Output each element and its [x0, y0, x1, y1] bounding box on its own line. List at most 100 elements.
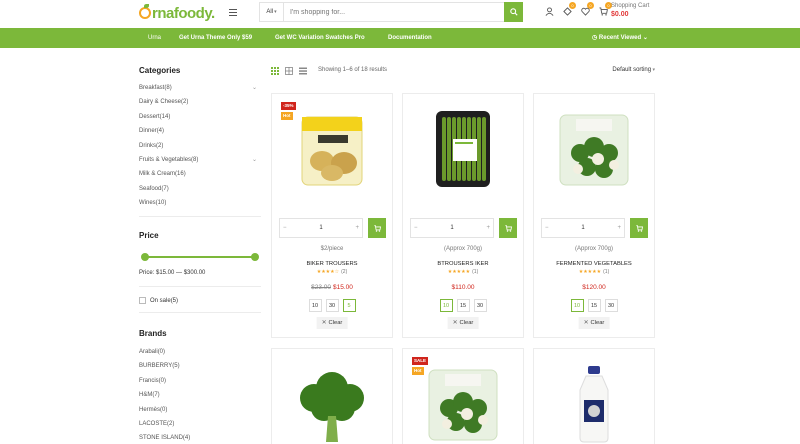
quantity-stepper[interactable]: − 1 + [541, 218, 625, 238]
clock-icon: ◷ [592, 35, 598, 41]
clear-selection-button[interactable]: ✕ Clear [447, 317, 479, 329]
compare-count-badge: 0 [569, 2, 576, 9]
product-image[interactable] [534, 94, 654, 204]
quantity-value[interactable]: 1 [450, 225, 453, 231]
add-to-cart-button[interactable] [499, 218, 517, 238]
nav-item-urna-theme[interactable]: Get Urna Theme Only $59 [179, 28, 252, 48]
category-item[interactable]: Drinks(2) [139, 139, 261, 153]
category-item[interactable]: Seafood(7) [139, 182, 261, 196]
price-slider[interactable] [141, 253, 259, 261]
clear-selection-button[interactable]: ✕ Clear [578, 317, 610, 329]
search-button[interactable] [504, 2, 523, 22]
product-image[interactable] [272, 94, 392, 204]
decrease-button[interactable]: − [283, 225, 287, 231]
product-name[interactable]: BIKER TROUSERS [272, 261, 392, 267]
sort-select[interactable]: Default sorting [612, 67, 655, 73]
product-name[interactable]: BTROUSERS IKER [403, 261, 523, 267]
brand-item[interactable]: Francis(0) [139, 374, 261, 388]
category-count: (10) [155, 200, 167, 207]
brand-item[interactable]: LACOSTE(2) [139, 417, 261, 431]
category-item[interactable]: Milk & Cream(16) [139, 167, 261, 181]
product-card[interactable]: -35% Hot − 1 + $2/piece BIKER TROUSERS ★★★★☆ (2)… [271, 93, 393, 338]
brand-label: Hermès [139, 406, 161, 413]
size-swatch[interactable]: 15 [456, 299, 470, 312]
size-swatch[interactable]: 30 [473, 299, 487, 312]
add-to-cart-button[interactable] [630, 218, 648, 238]
product-card[interactable] [271, 348, 393, 444]
size-swatch[interactable]: 5 [342, 299, 356, 312]
category-count: (14) [159, 113, 171, 120]
category-item[interactable]: Wines(10) [139, 196, 261, 210]
product-card[interactable]: − 1 + (Approx 700g) BTROUSERS IKER ★★★★★ (1) $1… [402, 93, 524, 338]
chevron-down-icon: ⌄ [642, 35, 648, 41]
divider [139, 216, 261, 217]
quantity-value[interactable]: 1 [319, 225, 322, 231]
product-unit: (Approx 700g) [443, 246, 483, 252]
decrease-button[interactable]: − [545, 225, 549, 231]
compare-icon[interactable]: 0 [562, 2, 576, 16]
size-swatch[interactable]: 30 [325, 299, 339, 312]
recent-viewed-menu[interactable]: ◷ Recent Viewed ⌄ [592, 28, 648, 48]
size-swatch[interactable]: 30 [604, 299, 618, 312]
logo-text: rnafoody. [152, 4, 215, 22]
clear-selection-button[interactable]: ✕ Clear [316, 317, 348, 329]
chevron-down-icon[interactable]: ⌄ [252, 153, 257, 167]
product-image[interactable] [534, 349, 654, 444]
decrease-button[interactable]: − [414, 225, 418, 231]
increase-button[interactable]: + [617, 225, 621, 231]
grid-view-icon[interactable] [271, 67, 279, 75]
quantity-stepper[interactable]: − 1 + [279, 218, 363, 238]
price-slider-min-handle[interactable] [141, 253, 149, 261]
on-sale-filter[interactable]: On sale (5) [139, 297, 178, 304]
nav-item-wc-swatches[interactable]: Get WC Variation Swatches Pro [275, 28, 365, 48]
old-price: $23.00 [311, 284, 331, 291]
wishlist-icon[interactable]: 0 [580, 2, 594, 16]
product-card[interactable]: − 1 + (Approx 700g) FERMENTED VEGETABLES ★★★★… [533, 93, 655, 338]
search-category-select[interactable]: All [260, 3, 284, 21]
brand-item[interactable]: STONE ISLAND(4) [139, 431, 261, 444]
brand-count: (0) [160, 406, 168, 413]
brand-item[interactable]: H&M(7) [139, 388, 261, 402]
size-swatch[interactable]: 10 [308, 299, 322, 312]
category-item[interactable]: Dessert(14) [139, 110, 261, 124]
brand-count: (4) [182, 435, 191, 442]
category-item[interactable]: Fruits & Vegetables(8) ⌄ [139, 153, 261, 167]
increase-button[interactable]: + [486, 225, 490, 231]
cart-summary[interactable]: Shopping Cart $0.00 [611, 3, 649, 18]
logo-mark-icon [139, 4, 151, 19]
on-sale-checkbox[interactable] [139, 297, 146, 304]
grid-large-view-icon[interactable] [285, 67, 293, 75]
category-item[interactable]: Dinner(4) [139, 124, 261, 138]
chevron-down-icon[interactable]: ⌄ [252, 81, 257, 95]
site-logo[interactable]: rnafoody. [139, 4, 215, 22]
brand-item[interactable]: BURBERRY(5) [139, 359, 261, 373]
brand-count: (0) [157, 349, 166, 355]
cart-icon[interactable]: 0 [598, 2, 612, 16]
price-slider-max-handle[interactable] [251, 253, 259, 261]
product-card[interactable]: SALE Hot [402, 348, 524, 444]
nav-item-home[interactable]: Urna [148, 28, 161, 48]
size-swatch[interactable]: 10 [439, 299, 453, 312]
star-icons: ★★★★★ [447, 269, 471, 275]
category-item[interactable]: Dairy & Cheese(2) [139, 95, 261, 109]
product-name[interactable]: FERMENTED VEGETABLES [534, 261, 654, 267]
quantity-value[interactable]: 1 [581, 225, 584, 231]
increase-button[interactable]: + [355, 225, 359, 231]
category-item[interactable]: Breakfast(8) ⌄ [139, 81, 261, 95]
nav-item-documentation[interactable]: Documentation [388, 28, 432, 48]
current-price: $15.00 [333, 284, 353, 291]
product-image[interactable] [403, 94, 523, 204]
quantity-stepper[interactable]: − 1 + [410, 218, 494, 238]
brand-label: H&M [139, 392, 153, 399]
size-swatch[interactable]: 15 [587, 299, 601, 312]
brand-item[interactable]: Arabali(0) [139, 345, 261, 359]
account-icon[interactable] [544, 6, 554, 16]
search-input[interactable] [284, 3, 504, 21]
list-view-icon[interactable] [299, 67, 307, 75]
product-card[interactable] [533, 348, 655, 444]
brand-item[interactable]: Hermès(0) [139, 403, 261, 417]
menu-icon[interactable] [229, 9, 237, 18]
size-swatch[interactable]: 10 [570, 299, 584, 312]
product-image[interactable] [272, 349, 392, 444]
add-to-cart-button[interactable] [368, 218, 386, 238]
